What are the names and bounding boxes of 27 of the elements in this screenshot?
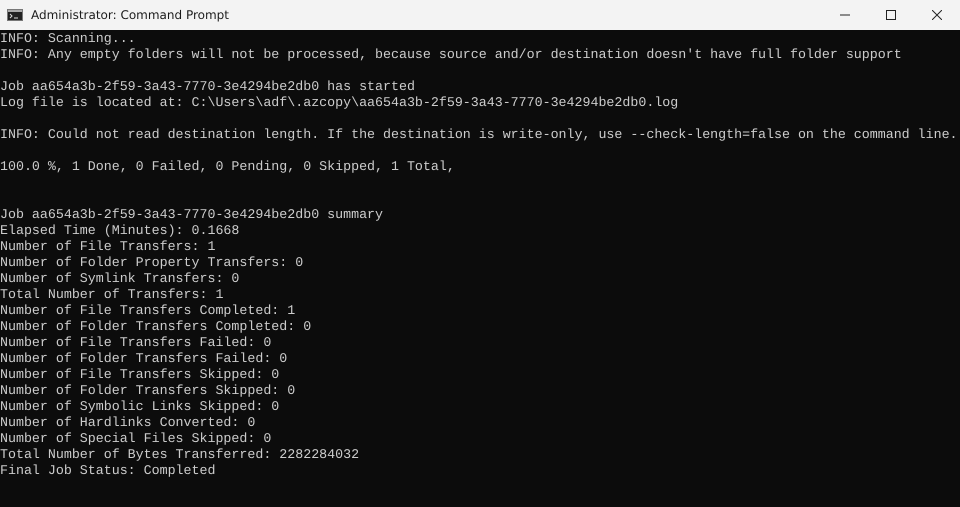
console-line: Total Number of Transfers: 1 [0,287,224,303]
console-line: Number of Folder Property Transfers: 0 [0,255,304,271]
console-line: INFO: Could not read destination length. If the destination is write-only, use --check-length=false on the command line. [0,127,958,143]
console-line: Number of Folder Transfers Skipped: 0 [0,383,296,399]
console-line: Number of File Transfers: 1 [0,239,216,255]
console-line: INFO: Scanning... [0,31,136,47]
console-line: INFO: Any empty folders will not be processed, because source and/or destination doesn't have full folder support [0,47,902,63]
console-line: Number of Special Files Skipped: 0 [0,431,272,447]
window-title: Administrator: Command Prompt [31,8,230,22]
console-line: Number of File Transfers Skipped: 0 [0,367,280,383]
console-line: Number of Symbolic Links Skipped: 0 [0,399,280,415]
console-line: Number of Folder Transfers Completed: 0 [0,319,312,335]
terminal-icon [7,9,23,21]
console-line: Final Job Status: Completed [0,463,216,479]
console-line: Job aa654a3b-2f59-3a43-7770-3e4294be2db0 summary [0,207,384,223]
console-line: Number of Folder Transfers Failed: 0 [0,351,288,367]
console-line: Log file is located at: C:\Users\adf\.azcopy\aa654a3b-2f59-3a43-7770-3e4294be2db0.log [0,95,678,111]
console-line: Number of File Transfers Failed: 0 [0,335,272,351]
console-line: Elapsed Time (Minutes): 0.1668 [0,223,240,239]
close-icon [932,10,942,20]
console-line: Number of File Transfers Completed: 1 [0,303,296,319]
console-line: 100.0 %, 1 Done, 0 Failed, 0 Pending, 0 Skipped, 1 Total, [0,159,455,175]
console-line: Number of Hardlinks Converted: 0 [0,415,256,431]
maximize-icon [886,10,896,20]
console-line: Total Number of Bytes Transferred: 2282284032 [0,447,360,463]
console-line: Job aa654a3b-2f59-3a43-7770-3e4294be2db0 has started [0,79,415,95]
console-line: Number of Symlink Transfers: 0 [0,271,240,287]
